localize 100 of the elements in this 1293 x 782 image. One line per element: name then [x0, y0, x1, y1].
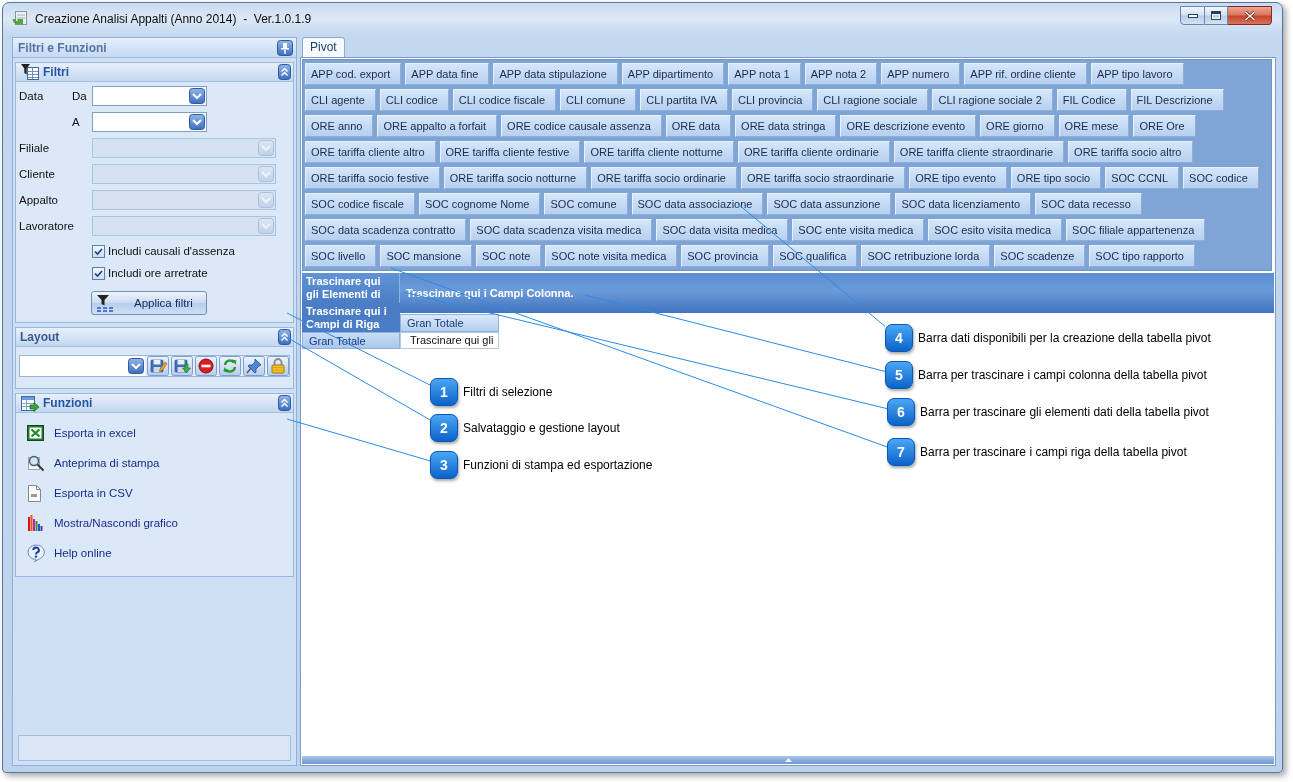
- field-button[interactable]: APP data stipulazione: [493, 63, 618, 85]
- chevrons-up-icon[interactable]: [278, 64, 291, 80]
- field-button[interactable]: SOC data licenziamento: [895, 193, 1032, 215]
- field-button[interactable]: CLI agente: [305, 89, 376, 111]
- field-label: Lavoratore: [19, 220, 72, 232]
- menu-item[interactable]: Esporta in CSV: [27, 478, 293, 508]
- field-button[interactable]: APP numero: [881, 63, 961, 85]
- field-button[interactable]: ORE tariffa cliente festive: [439, 141, 581, 163]
- menu-item[interactable]: Help online: [27, 538, 293, 568]
- field-button[interactable]: SOC filiale appartenenza: [1066, 219, 1206, 241]
- checkbox[interactable]: [92, 244, 105, 258]
- field-button[interactable]: ORE tariffa socio notturne: [443, 167, 588, 189]
- field-button[interactable]: SOC data scadenza visita medica: [470, 219, 653, 241]
- field-button[interactable]: CLI partita IVA: [640, 89, 729, 111]
- layout-select[interactable]: [20, 356, 145, 376]
- field-button[interactable]: SOC cognome Nome: [418, 193, 541, 215]
- pushpin-icon[interactable]: [243, 356, 265, 376]
- field-button[interactable]: APP nota 1: [728, 63, 801, 85]
- field-button[interactable]: APP cod. export: [305, 63, 402, 85]
- chevron-down-icon[interactable]: [189, 114, 205, 130]
- field-button[interactable]: CLI codice fiscale: [452, 89, 557, 111]
- chevron-down-icon[interactable]: [189, 88, 205, 104]
- field-button[interactable]: ORE tariffa cliente straordinarie: [893, 141, 1065, 163]
- maximize-button[interactable]: [1205, 6, 1228, 25]
- field-button[interactable]: APP data fine: [405, 63, 490, 85]
- checkbox[interactable]: [92, 266, 105, 280]
- field-button[interactable]: ORE tipo evento: [909, 167, 1007, 189]
- field-button[interactable]: ORE mese: [1058, 115, 1130, 137]
- field-button[interactable]: SOC ente visita medica: [792, 219, 925, 241]
- field-button[interactable]: APP rif. ordine cliente: [964, 63, 1087, 85]
- close-button[interactable]: [1228, 6, 1272, 25]
- field-button[interactable]: SOC provincia: [681, 245, 770, 267]
- field-button[interactable]: ORE tariffa cliente ordinarie: [737, 141, 890, 163]
- field-button[interactable]: CLI comune: [560, 89, 637, 111]
- table-funnel-icon: [21, 64, 39, 80]
- field-button[interactable]: SOC retribuzione lorda: [861, 245, 991, 267]
- field-button[interactable]: CLI provincia: [732, 89, 814, 111]
- row-drop-area[interactable]: Trascinare qui i Campi di Riga: [302, 303, 400, 332]
- field-button[interactable]: SOC CCNL: [1105, 167, 1180, 189]
- field-button[interactable]: FIL Descrizione: [1130, 89, 1224, 111]
- pin-icon[interactable]: [277, 39, 293, 56]
- chevron-down-icon[interactable]: [128, 358, 144, 374]
- menu-item[interactable]: Mostra/Nascondi grafico: [27, 508, 293, 538]
- field-button[interactable]: SOC data assunzione: [767, 193, 892, 215]
- field-button[interactable]: SOC note: [476, 245, 542, 267]
- field-button[interactable]: SOC livello: [305, 245, 377, 267]
- field-button[interactable]: ORE Ore: [1133, 115, 1196, 137]
- field-button[interactable]: ORE tariffa socio festive: [305, 167, 440, 189]
- field-button[interactable]: ORE tariffa cliente notturne: [584, 141, 734, 163]
- field-button[interactable]: SOC mansione: [380, 245, 472, 267]
- menu-item[interactable]: Esporta in excel: [27, 418, 293, 448]
- field-button[interactable]: ORE tipo socio: [1010, 167, 1102, 189]
- field-button[interactable]: ORE tariffa socio altro: [1068, 141, 1193, 163]
- field-button[interactable]: APP dipartimento: [621, 63, 725, 85]
- date-field[interactable]: [92, 86, 207, 106]
- field-button[interactable]: FIL Codice: [1056, 89, 1127, 111]
- field-button[interactable]: ORE giorno: [980, 115, 1055, 137]
- field-button[interactable]: ORE data: [665, 115, 732, 137]
- callout-number: 4: [885, 324, 913, 352]
- chevrons-up-icon[interactable]: [278, 329, 291, 345]
- field-button[interactable]: CLI ragione sociale: [817, 89, 929, 111]
- filter-icon: [96, 294, 114, 312]
- floppy-pencil-icon[interactable]: [147, 356, 169, 376]
- field-button[interactable]: APP tipo lavoro: [1090, 63, 1184, 85]
- field-button[interactable]: SOC codice fiscale: [305, 193, 415, 215]
- field-button[interactable]: SOC comune: [544, 193, 628, 215]
- date-field[interactable]: [92, 112, 207, 132]
- field-button[interactable]: ORE anno: [305, 115, 374, 137]
- field-button[interactable]: CLI ragione sociale 2: [932, 89, 1053, 111]
- bar-chart-icon: [27, 515, 43, 531]
- field-button[interactable]: APP nota 2: [804, 63, 878, 85]
- field-button[interactable]: SOC scadenze: [994, 245, 1086, 267]
- field-button[interactable]: ORE tariffa socio straordinarie: [741, 167, 906, 189]
- field-button[interactable]: SOC qualifica: [773, 245, 858, 267]
- field-button[interactable]: SOC tipo rapporto: [1089, 245, 1195, 267]
- minimize-button[interactable]: [1180, 6, 1205, 25]
- field-button[interactable]: SOC esito visita medica: [928, 219, 1063, 241]
- help-icon: [27, 544, 45, 562]
- field-button[interactable]: SOC data associazione: [631, 193, 764, 215]
- tab[interactable]: Pivot: [302, 37, 345, 57]
- menu-item[interactable]: Anteprima di stampa: [27, 448, 293, 478]
- padlock-icon[interactable]: [267, 356, 289, 376]
- apply-filters-button[interactable]: Applica filtri: [91, 291, 207, 315]
- field-button[interactable]: ORE tariffa cliente altro: [305, 141, 436, 163]
- field-button[interactable]: SOC note visita medica: [545, 245, 678, 267]
- field-button[interactable]: SOC data scadenza contratto: [305, 219, 467, 241]
- field-button[interactable]: ORE tariffa socio ordinarie: [591, 167, 737, 189]
- field-button[interactable]: ORE codice causale assenza: [501, 115, 662, 137]
- field-button[interactable]: SOC codice: [1183, 167, 1259, 189]
- minimize-icon: [1187, 13, 1198, 18]
- no-entry-icon[interactable]: [195, 356, 217, 376]
- field-button[interactable]: CLI codice: [379, 89, 449, 111]
- field-button[interactable]: ORE data stringa: [735, 115, 837, 137]
- field-button[interactable]: ORE appalto a forfait: [377, 115, 498, 137]
- checkbox-label: Includi ore arretrate: [108, 267, 208, 279]
- field-button[interactable]: ORE descrizione evento: [840, 115, 977, 137]
- chevrons-up-icon[interactable]: [278, 395, 291, 411]
- field-button[interactable]: SOC data recesso: [1035, 193, 1142, 215]
- data-drop-area[interactable]: Trascinare qui gli Elementi di: [302, 273, 400, 303]
- magnifier-icon: [27, 454, 45, 472]
